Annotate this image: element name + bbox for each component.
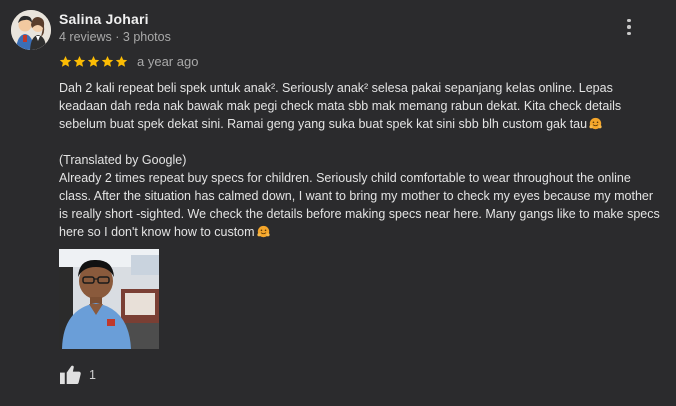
review-translated-text: Already 2 times repeat buy specs for chi…: [59, 169, 664, 241]
reviewer-avatar[interactable]: [11, 10, 51, 50]
avatar-illustration: [11, 10, 51, 50]
hugging-face-emoji-icon: [256, 225, 270, 238]
more-vert-icon: [627, 18, 631, 23]
review-original-content: Dah 2 kali repeat beli spek untuk anak².…: [59, 81, 622, 131]
reviewer-name[interactable]: Salina Johari: [59, 11, 149, 27]
translation-label: (Translated by Google): [59, 153, 187, 167]
star-icon: [115, 55, 128, 67]
star-icon: [101, 55, 114, 67]
star-rating: [59, 55, 128, 68]
review-photo[interactable]: [59, 249, 159, 349]
review-translated-content: Already 2 times repeat buy specs for chi…: [59, 171, 660, 239]
review-original-text: Dah 2 kali repeat beli spek untuk anak².…: [59, 79, 664, 133]
star-icon: [87, 55, 100, 67]
like-row: 1: [59, 364, 96, 385]
star-icon: [59, 55, 72, 67]
more-vert-icon-dot: [627, 25, 631, 29]
review-photo-image: [59, 249, 159, 349]
like-count: 1: [89, 367, 96, 382]
star-icon: [73, 55, 86, 67]
review-date: a year ago: [137, 54, 199, 69]
thumbs-up-icon[interactable]: [59, 364, 82, 385]
hugging-face-emoji-icon: [589, 117, 602, 130]
reviewer-stats: 4 reviews · 3 photos: [59, 30, 171, 44]
more-vert-icon-dot: [627, 31, 631, 36]
more-options-button[interactable]: [619, 16, 639, 38]
rating-row: a year ago: [59, 54, 198, 69]
review-body: Dah 2 kali repeat beli spek untuk anak².…: [59, 79, 664, 241]
